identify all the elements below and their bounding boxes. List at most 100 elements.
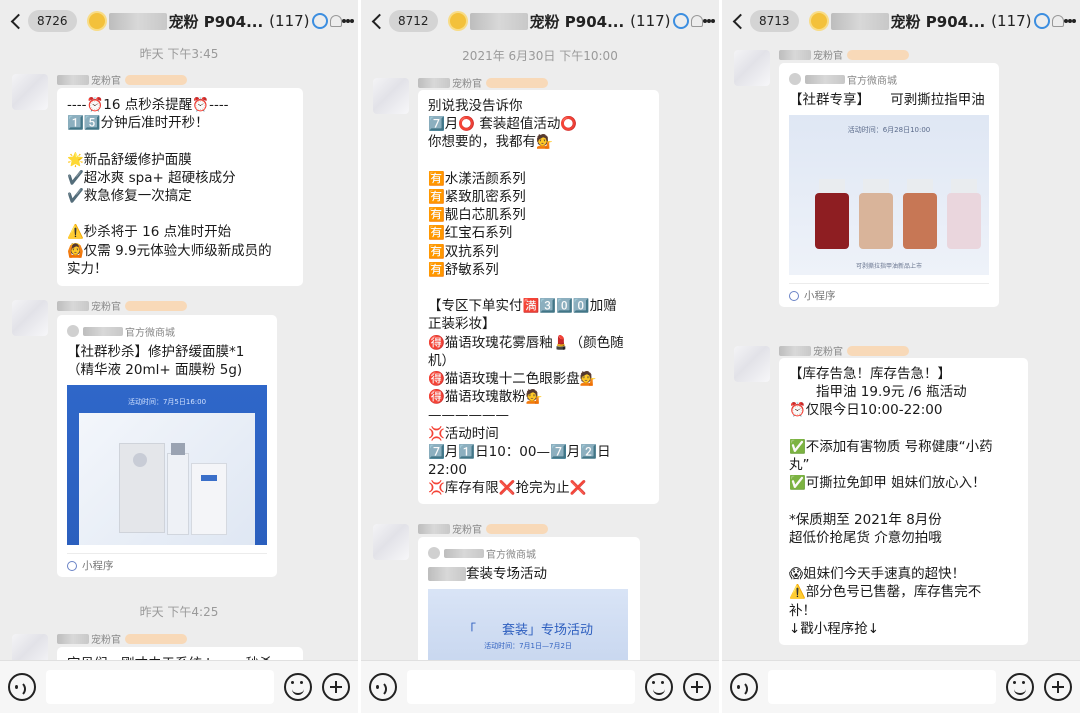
group-title[interactable]: 宠粉 P904... (117) (88, 11, 342, 32)
message-line: 你想要的，我都有💁 (428, 134, 553, 151)
shop-logo-icon (789, 73, 801, 85)
chat-panel-3: 8713 宠粉 P904... (117) 宠粉官 官方微商城 【社群专享】 可… (722, 0, 1080, 713)
more-dots-icon[interactable] (702, 19, 715, 23)
message-line: 7️⃣月⭕ 套装超值活动⭕ (428, 116, 578, 133)
message-line: ✅可撕拉免卸甲 姐妹们放心入！ (789, 475, 986, 492)
message-line: 🈶红宝石系列 (428, 225, 513, 242)
message-line: 1️⃣5️⃣分钟后准时开秒！ (67, 115, 209, 132)
group-sun-icon (810, 13, 827, 29)
sender-label: 宠粉官 (91, 302, 121, 313)
mini-program-card[interactable]: 官方微商城 【社群秒杀】修护舒缓面膜*1（精华液 20ml+ 面膜粉 5g) 活… (57, 315, 277, 577)
message-line: 🈶靓白芯肌系列 (428, 207, 526, 224)
message-line (67, 132, 293, 150)
mini-program-card[interactable]: 官方微商城 套装专场活动 「 套装」专场活动 活动时间：7月1日—7月2日 (418, 537, 640, 669)
packet-logo (133, 453, 147, 467)
message-input[interactable] (46, 670, 274, 704)
voice-icon[interactable] (8, 673, 36, 701)
redacted-name (779, 49, 811, 60)
message-line (428, 152, 649, 170)
back-chevron-icon[interactable] (369, 8, 388, 34)
more-dots-icon[interactable] (341, 19, 354, 23)
more-dots-icon[interactable] (1063, 19, 1076, 23)
redacted-name (57, 300, 89, 311)
input-bar (722, 660, 1080, 713)
mute-bell-icon (1051, 15, 1064, 27)
member-tag (125, 300, 187, 311)
avatar[interactable] (373, 78, 409, 114)
message-line (789, 492, 1018, 510)
message-line: 💢库存有限❌抢完为止❌ (428, 480, 587, 497)
screenshot-collage: 8726 宠粉 P904... (117) 昨天 下午3:45 宠粉官 ----… (0, 0, 1080, 713)
chat-header: 8713 宠粉 P904... (117) (722, 0, 1080, 42)
avatar[interactable] (12, 74, 48, 110)
emoji-icon[interactable] (645, 673, 673, 701)
qzone-icon (1033, 13, 1050, 29)
avatar[interactable] (12, 300, 48, 336)
sender-label: 宠粉官 (452, 525, 482, 536)
plus-icon[interactable] (683, 673, 711, 701)
message-line: ✅不添加有害物质 号称健康“小药 (789, 438, 993, 455)
timestamp: 昨天 下午3:45 (139, 47, 219, 61)
sender-name: 宠粉官 (418, 521, 548, 536)
member-tag (486, 523, 548, 534)
member-tag (125, 633, 187, 644)
plus-icon[interactable] (1044, 673, 1072, 701)
unread-count-badge[interactable]: 8712 (389, 10, 438, 32)
mini-program-card[interactable]: 官方微商城 【社群专享】 可剥撕拉指甲油 活动时间：6月28日10:00 可剥撕… (779, 63, 999, 307)
message-line: ↓戳小程序抢↓ (789, 620, 880, 637)
message-line: ⚠️部分色号已售罄，库存售完不 (789, 584, 982, 601)
sender-name: 宠粉官 (779, 343, 909, 358)
message-line: 🌟新品舒缓修护面膜 (67, 151, 192, 168)
message-bubble[interactable]: 【库存告急！库存告急！】 指甲油 19.9元 /6 瓶活动 ⏰仅限今日10:00… (779, 358, 1028, 645)
avatar[interactable] (373, 524, 409, 560)
mute-bell-icon (690, 15, 703, 27)
back-chevron-icon[interactable] (730, 8, 749, 34)
member-tag (847, 345, 909, 356)
redacted-name (108, 12, 167, 30)
bottle (167, 453, 189, 535)
emoji-icon[interactable] (284, 673, 312, 701)
card-image-text: 活动时间：6月28日10:00 (847, 126, 931, 134)
avatar[interactable] (734, 346, 770, 382)
qzone-icon (672, 13, 689, 29)
message-line: ----⏰16 点秒杀提醒⏰---- (67, 97, 229, 113)
message-line: 丸” (789, 457, 810, 473)
plus-icon[interactable] (322, 673, 350, 701)
message-line: 实力！ (67, 260, 108, 277)
avatar[interactable] (734, 50, 770, 86)
back-chevron-icon[interactable] (8, 8, 27, 34)
redacted-name (428, 567, 466, 581)
card-image-caption: 可剥撕拉指甲油新品上市 (855, 263, 922, 270)
message-bubble[interactable]: 别说我没告诉你 7️⃣月⭕ 套装超值活动⭕ 你想要的，我都有💁 🈶水漾活颜系列 … (418, 90, 659, 505)
card-footer-label: 小程序 (804, 290, 836, 302)
message-line: 🉐猫语玫瑰十二色眼影盘💁 (428, 371, 597, 388)
unread-count-badge[interactable]: 8713 (750, 10, 799, 32)
message-line: 🉐猫语玫瑰花雾唇釉💄（颜色随 (428, 334, 624, 351)
nail-polish-cap (863, 179, 889, 193)
group-title[interactable]: 宠粉 P904... (117) (810, 11, 1064, 32)
nail-polish-nude (859, 193, 893, 249)
group-title[interactable]: 宠粉 P904... (117) (449, 11, 703, 32)
message-input[interactable] (768, 670, 996, 704)
voice-icon[interactable] (369, 673, 397, 701)
mini-program-icon (67, 560, 77, 571)
group-name: 宠粉 P904... (529, 12, 625, 31)
message-line: 机） (428, 352, 455, 369)
unread-count-badge[interactable]: 8726 (28, 10, 77, 32)
sender-label: 宠粉官 (813, 51, 843, 62)
voice-icon[interactable] (730, 673, 758, 701)
sachet-label (201, 475, 217, 481)
card-title: 【社群专享】 可剥撕拉指甲油 (789, 92, 985, 108)
qzone-icon (311, 13, 328, 29)
sender-label: 宠粉官 (91, 635, 121, 646)
timestamp: 昨天 下午4:25 (139, 605, 219, 619)
message-input[interactable] (407, 670, 635, 704)
sender-name: 宠粉官 (57, 72, 187, 87)
member-count: (117) (269, 12, 310, 30)
emoji-icon[interactable] (1006, 673, 1034, 701)
redacted-name (830, 12, 889, 30)
card-source-label: 官方微商城 (847, 75, 897, 87)
sender-label: 宠粉官 (813, 347, 843, 358)
message-bubble[interactable]: ----⏰16 点秒杀提醒⏰---- 1️⃣5️⃣分钟后准时开秒！ 🌟新品舒缓修… (57, 88, 303, 286)
message-line: 🈶紧致肌密系列 (428, 189, 526, 205)
